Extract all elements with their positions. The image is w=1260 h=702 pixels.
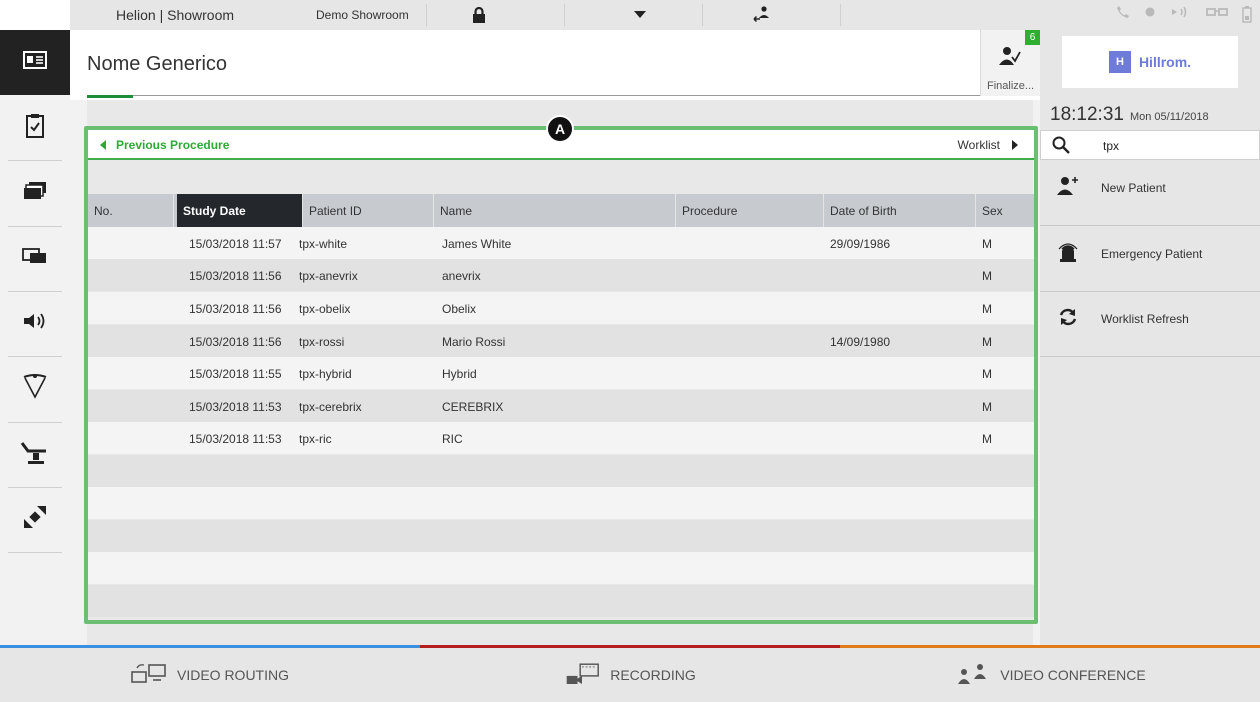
transfer-icon[interactable]	[751, 5, 773, 25]
video-routing-tab[interactable]: VIDEO ROUTING	[0, 645, 420, 702]
lock-icon[interactable]	[468, 5, 490, 25]
dual-monitor-icon	[22, 246, 48, 271]
search-value: tpx	[1103, 139, 1120, 153]
nav-checklist[interactable]	[0, 96, 70, 161]
topbar-divider	[426, 4, 427, 26]
surgical-table-icon	[20, 439, 50, 470]
video-routing-icon	[131, 662, 167, 688]
nav-patient-data[interactable]	[0, 30, 70, 95]
dropdown-icon[interactable]	[629, 5, 651, 25]
emergency-patient-button[interactable]: Emergency Patient	[1040, 227, 1260, 292]
recording-tab[interactable]: RECORDING	[420, 645, 840, 702]
surgical-light-icon	[22, 373, 48, 404]
clock-date: Mon 05/11/2018	[1129, 111, 1209, 123]
video-routing-label: VIDEO ROUTING	[176, 667, 289, 683]
refresh-icon	[1056, 306, 1080, 328]
nav-surgical-lights[interactable]	[0, 356, 70, 421]
highlight-frame	[84, 126, 1038, 624]
new-patient-label: New Patient	[1101, 181, 1166, 195]
topbar-divider	[564, 4, 565, 26]
clock: 18:12:31 Mon 05/11/2018	[1050, 104, 1209, 126]
finalize-count-badge: 6	[1025, 30, 1040, 45]
page-title: Nome Generico	[87, 53, 228, 75]
record-dot-icon	[1144, 5, 1156, 26]
logo-mark: H	[1108, 51, 1131, 73]
battery-icon	[1242, 5, 1252, 26]
finalize-button[interactable]: Finalize... 6	[980, 30, 1040, 96]
phone-icon[interactable]	[1116, 5, 1130, 26]
finalize-label: Finalize...	[987, 80, 1035, 92]
expand-arrows-icon	[22, 504, 48, 535]
topbar-divider	[702, 4, 703, 26]
user-check-icon	[999, 46, 1021, 71]
title-underline	[87, 95, 133, 98]
recording-icon	[564, 662, 600, 688]
nav-audio[interactable]	[0, 291, 70, 356]
bottom-bar: VIDEO ROUTING RECORDING VIDEO CONFERENCE	[0, 645, 1260, 702]
top-bar: Helion | Showroom Demo Showroom	[70, 0, 1260, 30]
clock-time: 18:12:31	[1050, 104, 1124, 125]
worklist-refresh-button[interactable]: Worklist Refresh	[1040, 292, 1260, 357]
video-conference-tab[interactable]: VIDEO CONFERENCE	[840, 645, 1260, 702]
video-conference-icon	[954, 662, 990, 688]
left-nav	[0, 30, 70, 645]
recording-label: RECORDING	[610, 667, 696, 683]
search-icon	[1052, 136, 1070, 159]
header-divider	[87, 95, 1037, 96]
nav-surgical-table[interactable]	[0, 422, 70, 487]
hillrom-logo: H Hillrom.	[1062, 36, 1238, 88]
nav-camera-control[interactable]	[0, 487, 70, 552]
video-conference-label: VIDEO CONFERENCE	[1000, 667, 1146, 683]
id-card-icon	[23, 51, 47, 74]
app-brand: Helion | Showroom	[116, 7, 235, 23]
nav-layers[interactable]	[0, 161, 70, 226]
new-patient-button[interactable]: New Patient	[1040, 161, 1260, 226]
add-user-icon	[1056, 175, 1080, 197]
nav-displays[interactable]	[0, 226, 70, 291]
emergency-light-icon	[1056, 241, 1080, 263]
topbar-divider	[840, 4, 841, 26]
search-input[interactable]: tpx	[1040, 130, 1260, 160]
page-header: Nome Generico Finalize... 6	[70, 30, 1040, 100]
worklist-refresh-label: Worklist Refresh	[1101, 312, 1189, 326]
right-panel: H Hillrom. 18:12:31 Mon 05/11/2018 tpx N…	[1040, 30, 1260, 645]
broadcast-icon	[1170, 5, 1192, 26]
nav-divider	[8, 552, 62, 553]
status-icons	[1116, 5, 1252, 26]
annotation-marker: A	[546, 115, 574, 143]
emergency-patient-label: Emergency Patient	[1101, 247, 1203, 261]
stacked-screens-icon	[23, 181, 47, 206]
room-name[interactable]: Demo Showroom	[316, 8, 409, 22]
clipboard-check-icon	[25, 113, 45, 144]
logo-text: Hillrom.	[1138, 54, 1192, 70]
glasses-icon	[1206, 5, 1228, 26]
speaker-icon	[23, 312, 47, 335]
